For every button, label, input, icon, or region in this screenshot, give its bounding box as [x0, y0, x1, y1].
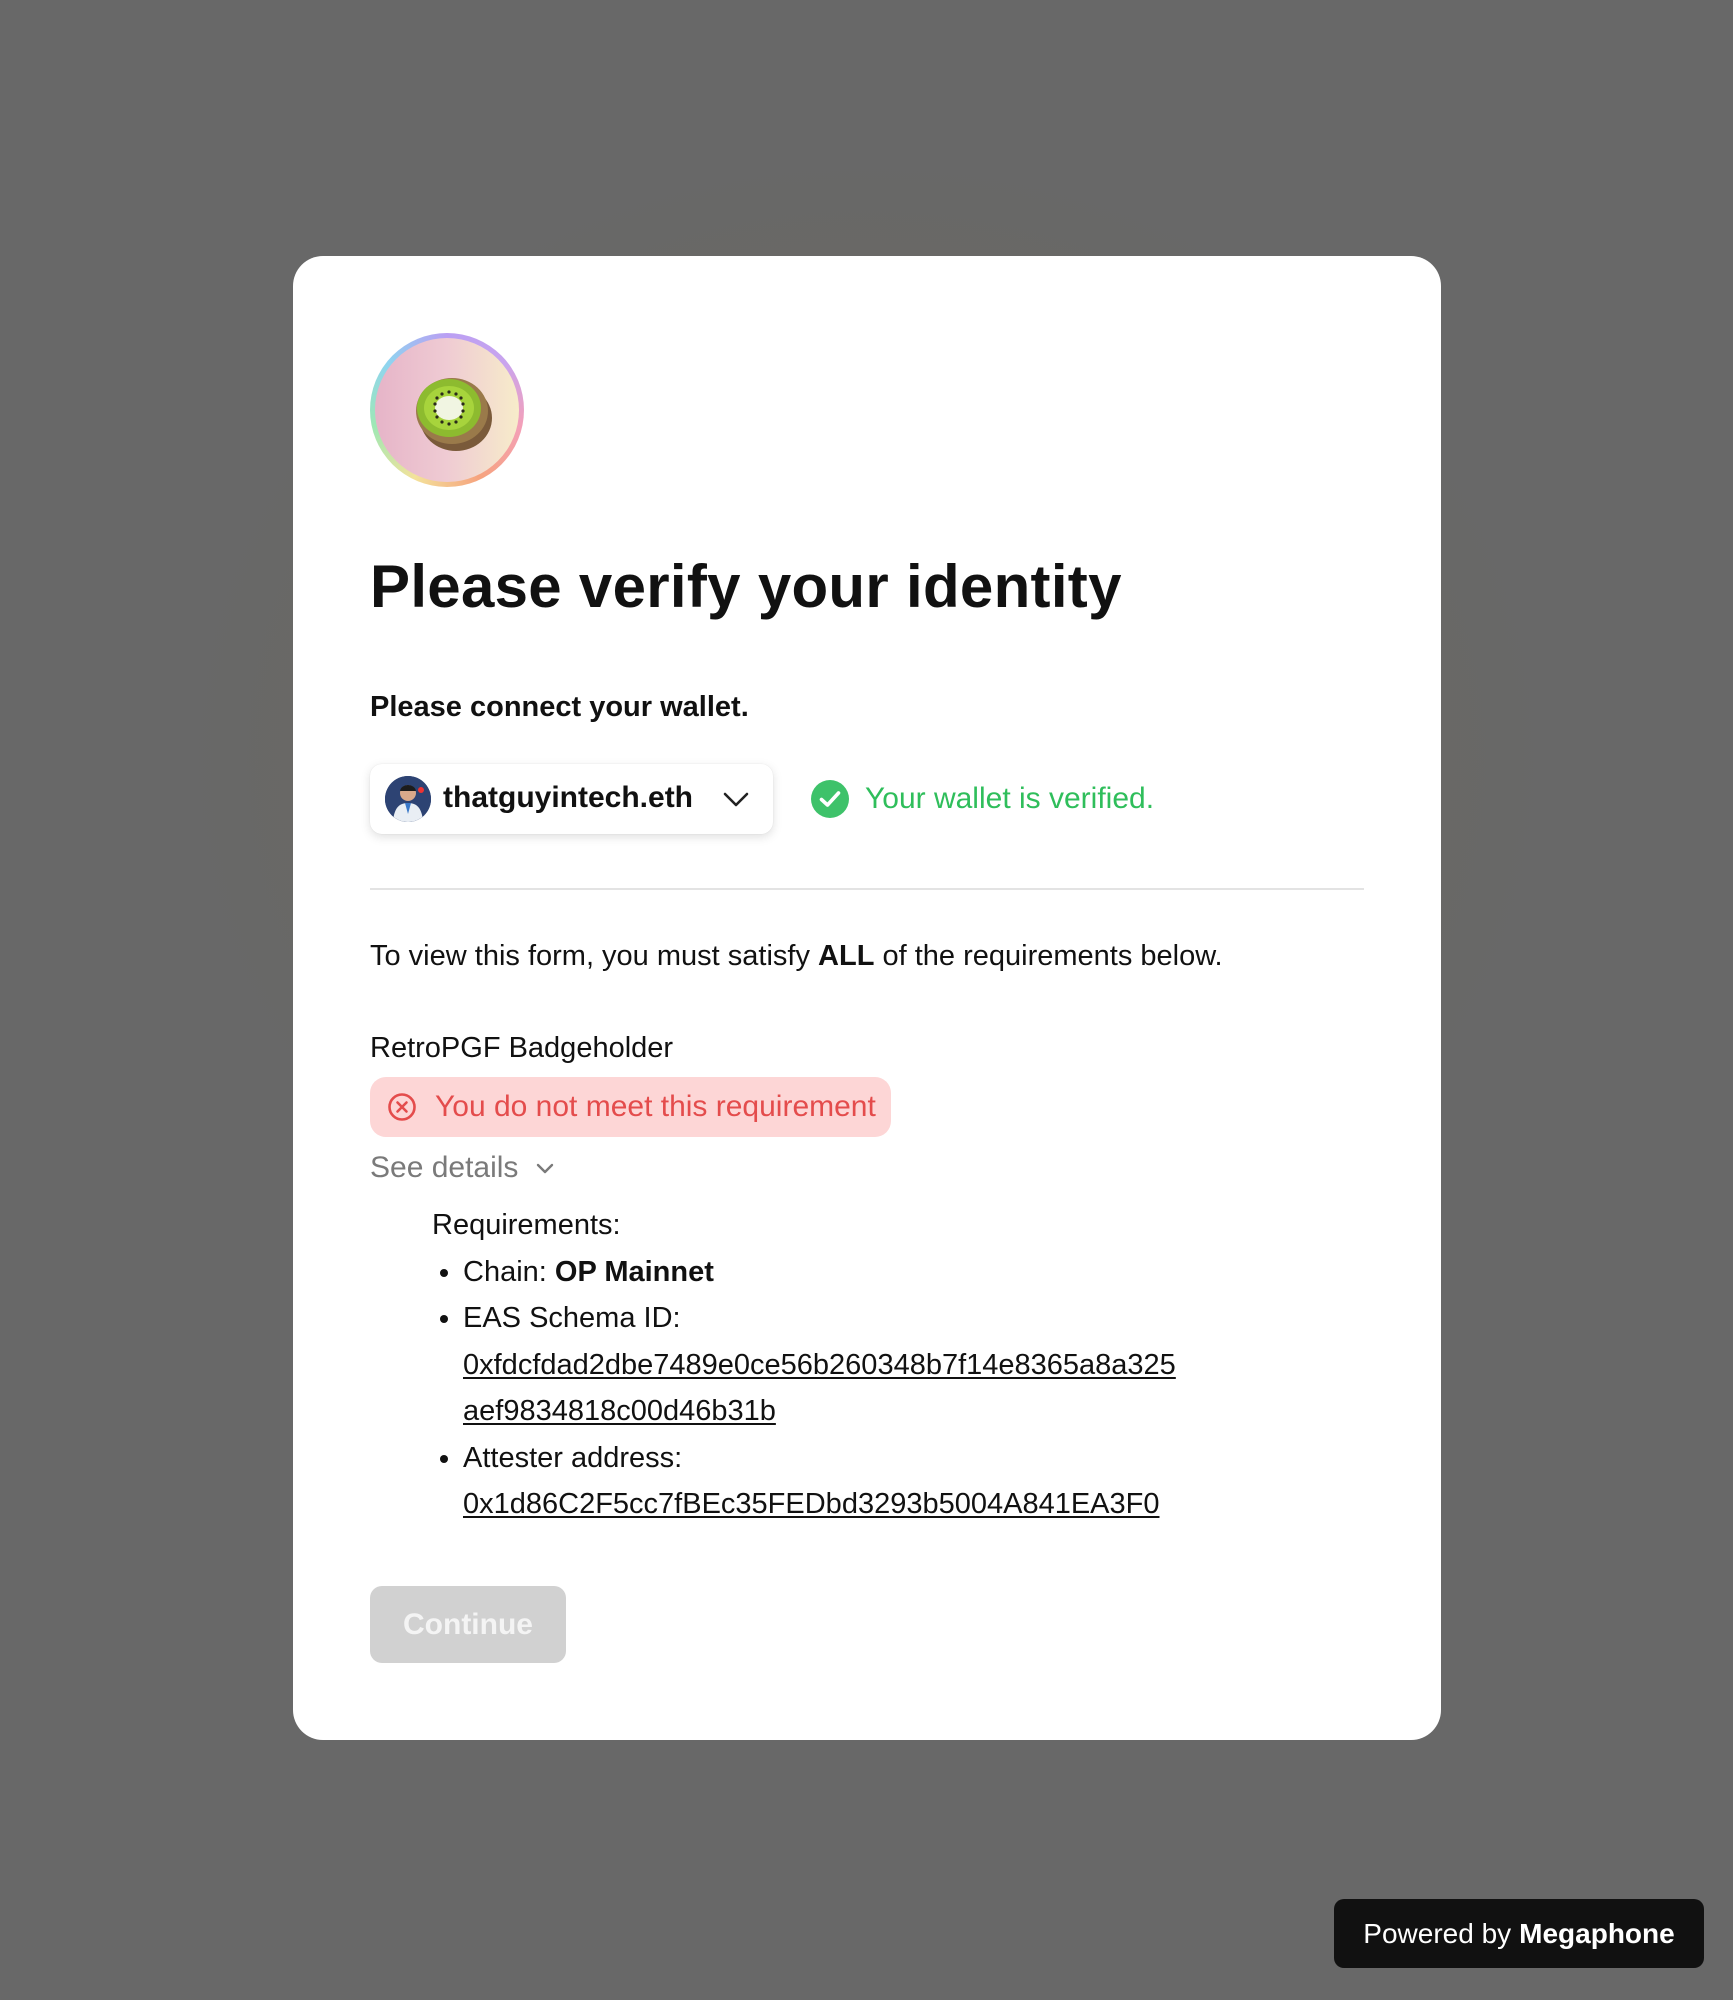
- wallet-verified-text: Your wallet is verified.: [865, 782, 1155, 815]
- see-details-toggle[interactable]: See details: [370, 1151, 556, 1185]
- chevron-down-icon: [723, 792, 749, 807]
- schema-id-line-2: aef9834818c00d46b31b: [463, 1395, 776, 1427]
- requirement-status-text: You do not meet this requirement: [435, 1090, 876, 1123]
- details-title: Requirements:: [432, 1209, 621, 1241]
- wallet-verified-status: Your wallet is verified.: [811, 775, 1154, 823]
- x-circle-icon: [388, 1093, 416, 1121]
- continue-button[interactable]: Continue: [370, 1586, 566, 1663]
- attester-address-link[interactable]: 0x1d86C2F5cc7fBEc35FEDbd3293b5004A841EA3…: [463, 1481, 1332, 1528]
- divider: [370, 888, 1364, 890]
- schema-label: EAS Schema ID:: [463, 1302, 681, 1334]
- wallet-ens-name: thatguyintech.eth: [443, 781, 694, 814]
- user-avatar: [385, 776, 431, 822]
- powered-by-brand: Megaphone: [1519, 1917, 1675, 1949]
- attester-label: Attester address:: [463, 1441, 683, 1474]
- details-schema-item: EAS Schema ID: 0xfdcfdad2dbe7489e0ce56b2…: [463, 1295, 1332, 1435]
- requirements-intro-prefix: To view this form, you must satisfy: [370, 940, 810, 972]
- chain-value: OP Mainnet: [554, 1255, 714, 1288]
- details-list: Chain: OP Mainnet EAS Schema ID: 0xfdcfd…: [432, 1249, 1332, 1528]
- powered-by-badge[interactable]: Powered by Megaphone: [1334, 1899, 1704, 1968]
- see-details-label: See details: [370, 1151, 519, 1184]
- verify-identity-modal: Please verify your identity Please conne…: [293, 256, 1441, 1740]
- chain-label: Chain:: [463, 1255, 547, 1288]
- requirement-status-badge: You do not meet this requirement: [370, 1077, 891, 1137]
- page-title: Please verify your identity: [370, 553, 1122, 620]
- schema-id-link[interactable]: 0xfdcfdad2dbe7489e0ce56b260348b7f14e8365…: [463, 1342, 1332, 1435]
- schema-id-line-1: 0xfdcfdad2dbe7489e0ce56b260348b7f14e8365…: [463, 1348, 1176, 1381]
- details-attester-item: Attester address: 0x1d86C2F5cc7fBEc35FED…: [463, 1435, 1332, 1528]
- check-circle-icon: [811, 780, 849, 818]
- requirement-name: RetroPGF Badgeholder: [370, 1032, 674, 1064]
- chevron-down-icon: [537, 1163, 554, 1174]
- connect-wallet-prompt: Please connect your wallet.: [370, 691, 749, 723]
- details-chain-item: Chain: OP Mainnet: [463, 1249, 1332, 1296]
- wallet-selector-button[interactable]: thatguyintech.eth: [370, 764, 773, 834]
- requirements-intro-emphasis: ALL: [818, 940, 875, 972]
- form-logo: [370, 333, 524, 487]
- requirements-intro: To view this form, you must satisfy ALL …: [370, 940, 1223, 973]
- kiwi-icon: [375, 338, 519, 482]
- powered-by-prefix: Powered by: [1363, 1917, 1512, 1949]
- requirement-details: Requirements: Chain: OP Mainnet EAS Sche…: [432, 1202, 1332, 1528]
- requirements-intro-suffix: of the requirements below.: [882, 940, 1223, 972]
